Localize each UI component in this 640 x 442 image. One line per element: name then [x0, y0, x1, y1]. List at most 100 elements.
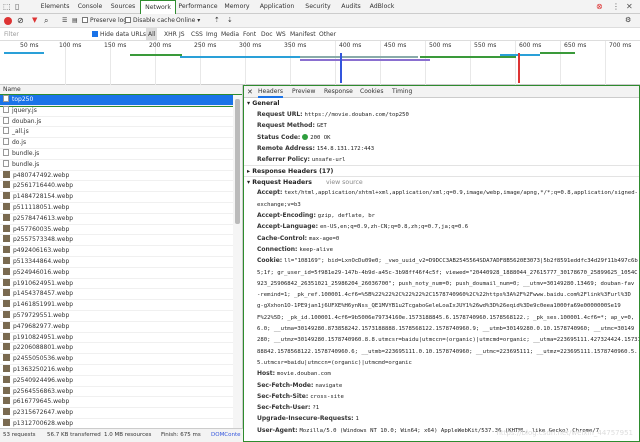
close-icon[interactable]: ✕ [626, 2, 633, 12]
request-row[interactable]: p1454378457.webp [0, 289, 242, 301]
request-row[interactable]: do.js [0, 138, 242, 149]
request-row[interactable]: p1312700628.webp [0, 418, 242, 428]
request-row[interactable]: p2206088801.webp [0, 343, 242, 355]
request-row[interactable]: p2315672647.webp [0, 408, 242, 419]
request-row[interactable]: bundle.js [0, 148, 242, 160]
request-headers-toggle[interactable]: ▾ Request Headers view source [244, 176, 639, 187]
record-icon[interactable] [4, 17, 12, 28]
request-row[interactable]: p2578474613.webp [0, 213, 242, 225]
request-name: top250 [12, 96, 34, 103]
request-row[interactable]: p1910624951.webp [0, 278, 242, 290]
request-row[interactable]: p492406163.webp [0, 246, 242, 257]
preserve-log-checkbox[interactable]: Preserve log [82, 14, 127, 27]
request-row[interactable]: p2564556863.webp [0, 386, 242, 398]
request-row[interactable]: bundle.js [0, 159, 242, 171]
general-title: General [252, 100, 280, 107]
close-detail-icon[interactable]: ✕ [247, 86, 253, 98]
request-row[interactable]: p2455050536.webp [0, 354, 242, 365]
type-filter-manifest[interactable]: Manifest [290, 28, 316, 41]
file-icon [3, 148, 9, 156]
type-filter-other[interactable]: Other [319, 28, 336, 41]
type-filter-img[interactable]: Img [206, 28, 217, 41]
type-filter-all[interactable]: All [146, 28, 158, 41]
view-source-link[interactable]: view source [326, 179, 363, 186]
inspect-icon[interactable]: ⬚ [3, 2, 11, 12]
tab-memory[interactable]: Memory [220, 0, 254, 14]
hide-data-urls-checkbox[interactable]: Hide data URLs [92, 28, 146, 41]
tab-performance[interactable]: Performance [176, 0, 220, 14]
request-row[interactable]: p1461851991.webp [0, 300, 242, 311]
tab-headers[interactable]: Headers [258, 86, 283, 98]
image-thumbnail-icon [3, 332, 10, 340]
request-row[interactable]: p2557573348.webp [0, 235, 242, 247]
request-row[interactable]: p480747492.webp [0, 170, 242, 182]
general-section-toggle[interactable]: ▾ General [244, 98, 639, 109]
settings-icon[interactable]: ⚙ [625, 14, 631, 27]
request-row[interactable]: _all.js [0, 127, 242, 139]
image-thumbnail-icon [3, 192, 10, 200]
tab-elements[interactable]: Elements [36, 0, 74, 14]
header-key: Sec-Fetch-User: [257, 404, 311, 412]
tab-cookies[interactable]: Cookies [360, 86, 384, 98]
tab-preview[interactable]: Preview [292, 86, 315, 98]
image-thumbnail-icon [3, 289, 10, 297]
error-count-icon[interactable]: ⊗ [596, 2, 603, 12]
request-row[interactable]: p579729551.webp [0, 310, 242, 322]
scrollbar-thumb[interactable] [235, 99, 240, 224]
more-options-icon[interactable]: ⋮ [612, 2, 620, 12]
request-row[interactable]: p616779645.webp [0, 397, 242, 409]
export-har-icon[interactable]: ⇣ [227, 14, 233, 27]
network-overview[interactable]: 50 ms 100 ms 150 ms 200 ms 250 ms 300 ms… [0, 41, 640, 85]
device-toggle-icon[interactable]: ▯ [15, 2, 19, 12]
view-overview-icon[interactable]: ▤ [72, 14, 78, 27]
request-row[interactable]: p524946016.webp [0, 267, 242, 279]
throttle-select[interactable]: Online ▾ [176, 14, 200, 27]
tab-network[interactable]: Network [140, 0, 176, 15]
disable-cache-checkbox[interactable]: Disable cache [125, 14, 175, 27]
grid-line [470, 41, 471, 85]
tab-security[interactable]: Security [300, 0, 336, 14]
response-headers-toggle[interactable]: ▸ Response Headers (17) [244, 165, 639, 176]
request-row[interactable]: p511118051.webp [0, 202, 242, 214]
filter-icon[interactable]: ▼ [32, 14, 37, 27]
request-row[interactable]: p1484728154.webp [0, 192, 242, 203]
tab-adblock[interactable]: AdBlock [366, 0, 398, 14]
type-filter-ws[interactable]: WS [276, 28, 286, 41]
type-filter-xhr[interactable]: XHR [164, 28, 177, 41]
load-marker [518, 53, 520, 83]
request-row[interactable]: p2540924496.webp [0, 375, 242, 387]
search-icon[interactable]: ⌕ [44, 14, 48, 27]
request-row[interactable]: p457760035.webp [0, 224, 242, 236]
request-row[interactable]: top250 [0, 94, 242, 107]
type-filter-js[interactable]: JS [179, 28, 185, 41]
timeline-bar [420, 56, 516, 58]
view-list-icon[interactable]: ☰ [62, 14, 67, 27]
request-row[interactable]: p513344864.webp [0, 256, 242, 268]
tab-timing[interactable]: Timing [392, 86, 412, 98]
request-row[interactable]: p1910824951.webp [0, 332, 242, 344]
header-value: -remind=1; _pk_ref.100001.4cf6=%5B%22%22… [257, 292, 631, 299]
type-filter-doc[interactable]: Doc [261, 28, 273, 41]
request-row[interactable]: p479682977.webp [0, 321, 242, 333]
type-filter-css[interactable]: CSS [191, 28, 203, 41]
request-row[interactable]: jquery.js [0, 105, 242, 117]
name-column-header[interactable]: Name [0, 85, 242, 95]
type-filter-font[interactable]: Font [243, 28, 256, 41]
tab-application[interactable]: Application [254, 0, 300, 14]
tab-response[interactable]: Response [324, 86, 353, 98]
header-value: GET [316, 123, 327, 130]
request-row[interactable]: p2561716440.webp [0, 181, 242, 193]
import-har-icon[interactable]: ⇡ [214, 14, 220, 27]
request-row[interactable]: douban.js [0, 116, 242, 128]
image-thumbnail-icon [3, 267, 10, 275]
request-row[interactable]: p1363250216.webp [0, 364, 242, 376]
tab-console[interactable]: Console [74, 0, 106, 14]
filter-input[interactable]: Filter [4, 28, 19, 41]
tab-sources[interactable]: Sources [106, 0, 140, 14]
header-value: 200 OK [310, 134, 331, 141]
file-icon [3, 127, 9, 135]
type-filter-media[interactable]: Media [221, 28, 239, 41]
clear-icon[interactable]: ⊘ [17, 14, 24, 27]
tab-audits[interactable]: Audits [336, 0, 366, 14]
header-row: 5.utmcsr=baidu|utmccn=(organic)|utmcmd=o… [244, 357, 639, 368]
